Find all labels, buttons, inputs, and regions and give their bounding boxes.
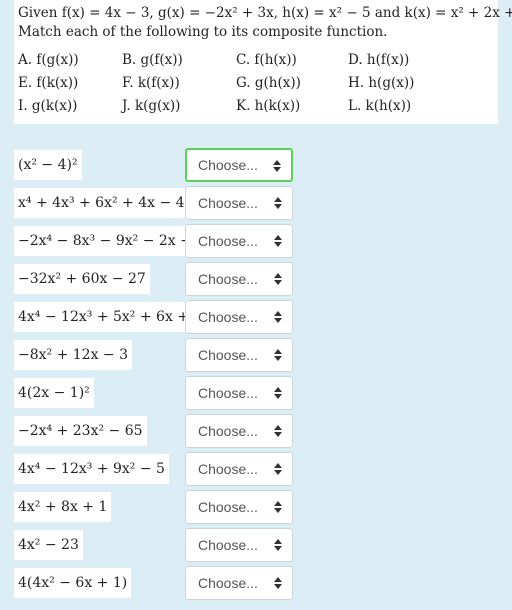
match-row: 4x⁴ − 12x³ + 9x² − 5 Choose... bbox=[0, 450, 512, 488]
select-updown-icon bbox=[274, 309, 282, 325]
composite-expression: −32x² + 60x − 27 bbox=[14, 264, 150, 294]
composite-expression: −2x⁴ − 8x³ − 9x² − 2x + 1 bbox=[14, 226, 210, 256]
option-label: J. k(g(x)) bbox=[122, 97, 181, 114]
select-value: Choose... bbox=[198, 271, 258, 287]
answer-select[interactable]: Choose... bbox=[185, 148, 293, 182]
match-row: 4x² − 23 Choose... bbox=[0, 526, 512, 564]
answer-select[interactable]: Choose... bbox=[185, 300, 293, 334]
select-updown-icon bbox=[274, 423, 282, 439]
options-row: I. g(k(x)) J. k(g(x)) K. h(k(x)) L. k(h(… bbox=[18, 94, 494, 117]
select-value: Choose... bbox=[198, 157, 258, 173]
option-label: L. k(h(x)) bbox=[348, 97, 412, 114]
option-label: F. k(f(x)) bbox=[122, 74, 180, 91]
select-value: Choose... bbox=[198, 499, 258, 515]
select-value: Choose... bbox=[198, 537, 258, 553]
option-label: C. f(h(x)) bbox=[236, 51, 297, 68]
option-label: K. h(k(x)) bbox=[236, 97, 301, 114]
answer-select[interactable]: Choose... bbox=[185, 566, 293, 600]
select-value: Choose... bbox=[198, 233, 258, 249]
select-value: Choose... bbox=[198, 575, 258, 591]
options-row: E. f(k(x)) F. k(f(x)) G. g(h(x)) H. h(g(… bbox=[18, 71, 494, 94]
select-updown-icon bbox=[274, 233, 282, 249]
option-label: I. g(k(x)) bbox=[18, 97, 78, 114]
select-updown-icon bbox=[274, 499, 282, 515]
answer-select[interactable]: Choose... bbox=[185, 338, 293, 372]
select-updown-icon bbox=[274, 347, 282, 363]
match-row: −2x⁴ − 8x³ − 9x² − 2x + 1 Choose... bbox=[0, 222, 512, 260]
option-label: H. h(g(x)) bbox=[348, 74, 415, 91]
answer-select[interactable]: Choose... bbox=[185, 186, 293, 220]
composite-expression: −8x² + 12x − 3 bbox=[14, 340, 133, 370]
composite-expression: 4x⁴ − 12x³ + 9x² − 5 bbox=[14, 454, 169, 484]
select-updown-icon bbox=[274, 537, 282, 553]
select-updown-icon bbox=[274, 271, 282, 287]
composite-expression: −2x⁴ + 23x² − 65 bbox=[14, 416, 147, 446]
select-value: Choose... bbox=[198, 309, 258, 325]
composite-expression: 4x² − 23 bbox=[14, 530, 83, 560]
composite-options-grid: A. f(g(x)) B. g(f(x)) C. f(h(x)) D. h(f(… bbox=[18, 48, 494, 117]
select-value: Choose... bbox=[198, 195, 258, 211]
answer-select[interactable]: Choose... bbox=[185, 490, 293, 524]
select-updown-icon bbox=[274, 195, 282, 211]
select-updown-icon bbox=[274, 575, 282, 591]
answer-select[interactable]: Choose... bbox=[185, 414, 293, 448]
answer-select[interactable]: Choose... bbox=[185, 452, 293, 486]
question-instruction: Match each of the following to its compo… bbox=[18, 24, 388, 40]
match-row: 4x⁴ − 12x³ + 5x² + 6x + 1 Choose... bbox=[0, 298, 512, 336]
select-updown-icon bbox=[274, 385, 282, 401]
answer-select[interactable]: Choose... bbox=[185, 224, 293, 258]
answer-select[interactable]: Choose... bbox=[185, 376, 293, 410]
option-label: A. f(g(x)) bbox=[18, 51, 79, 68]
select-value: Choose... bbox=[198, 423, 258, 439]
match-row: 4(2x − 1)² Choose... bbox=[0, 374, 512, 412]
option-label: G. g(h(x)) bbox=[236, 74, 301, 91]
answer-select[interactable]: Choose... bbox=[185, 528, 293, 562]
match-row: (x² − 4)² Choose... bbox=[0, 146, 512, 184]
option-label: E. f(k(x)) bbox=[18, 74, 79, 91]
match-row: −32x² + 60x − 27 Choose... bbox=[0, 260, 512, 298]
options-row: A. f(g(x)) B. g(f(x)) C. f(h(x)) D. h(f(… bbox=[18, 48, 494, 71]
select-value: Choose... bbox=[198, 461, 258, 477]
select-updown-icon bbox=[273, 158, 281, 174]
match-row: x⁴ + 4x³ + 6x² + 4x − 4 Choose... bbox=[0, 184, 512, 222]
select-value: Choose... bbox=[198, 347, 258, 363]
question-text-panel: Given f(x) = 4x − 3, g(x) = −2x² + 3x, h… bbox=[14, 0, 512, 124]
match-row: 4x² + 8x + 1 Choose... bbox=[0, 488, 512, 526]
composite-expression: 4(2x − 1)² bbox=[14, 378, 94, 408]
match-row: −8x² + 12x − 3 Choose... bbox=[0, 336, 512, 374]
option-label: B. g(f(x)) bbox=[122, 51, 183, 68]
composite-expression: 4x⁴ − 12x³ + 5x² + 6x + 1 bbox=[14, 302, 207, 332]
answer-select[interactable]: Choose... bbox=[185, 262, 293, 296]
composite-expression: 4(4x² − 6x + 1) bbox=[14, 568, 132, 598]
match-list: (x² − 4)² Choose... x⁴ + 4x³ + 6x² + 4x … bbox=[0, 146, 512, 602]
match-row: −2x⁴ + 23x² − 65 Choose... bbox=[0, 412, 512, 450]
select-value: Choose... bbox=[198, 385, 258, 401]
option-label: D. h(f(x)) bbox=[348, 51, 410, 68]
select-updown-icon bbox=[274, 461, 282, 477]
match-row: 4(4x² − 6x + 1) Choose... bbox=[0, 564, 512, 602]
question-definitions: Given f(x) = 4x − 3, g(x) = −2x² + 3x, h… bbox=[18, 5, 512, 21]
composite-expression: (x² − 4)² bbox=[14, 150, 82, 180]
composite-expression: 4x² + 8x + 1 bbox=[14, 492, 112, 522]
composite-expression: x⁴ + 4x³ + 6x² + 4x − 4 bbox=[14, 188, 189, 218]
